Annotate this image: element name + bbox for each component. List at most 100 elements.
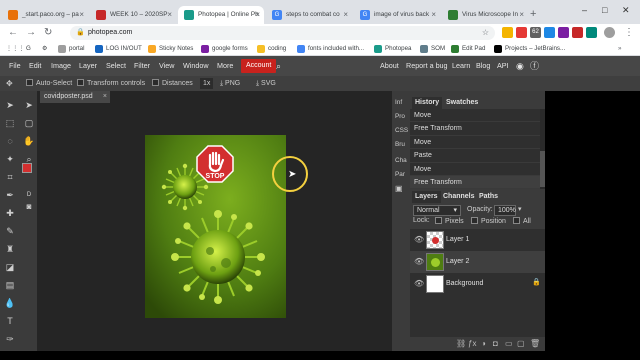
crop-tool-icon[interactable]: ⌗ xyxy=(4,171,16,183)
history-item[interactable]: Move xyxy=(410,163,540,176)
menu-view[interactable]: View xyxy=(159,56,174,76)
zoom-select[interactable]: 1x xyxy=(200,78,214,89)
back-icon[interactable]: ← xyxy=(8,27,18,39)
clone-stamp-icon[interactable]: ♜ xyxy=(4,243,16,255)
new-tab-button[interactable]: + xyxy=(530,8,536,20)
image-panel-icon[interactable]: ▣ xyxy=(392,183,410,195)
bookmark-google-forms[interactable]: google forms xyxy=(201,44,248,54)
menu-layer[interactable]: Layer xyxy=(79,56,97,76)
hand-tool-icon[interactable]: ✋ xyxy=(23,135,35,147)
quick-mask-icon[interactable]: ◙ xyxy=(23,201,35,213)
close-tab-icon[interactable]: × xyxy=(79,6,84,24)
new-layer-icon[interactable]: ▢ xyxy=(517,339,525,349)
move-tool-icon[interactable]: ➤ xyxy=(4,99,16,111)
lock-pixels-checkbox[interactable]: Pixels xyxy=(435,217,464,225)
bookmark-sticky-notes[interactable]: Sticky Notes xyxy=(148,44,193,54)
distances-checkbox[interactable]: Distances xyxy=(152,76,193,91)
close-tab-icon[interactable]: × xyxy=(255,6,260,24)
close-tab-icon[interactable]: × xyxy=(431,6,436,24)
more-bookmarks-icon[interactable]: » xyxy=(618,44,621,54)
reddit-icon[interactable]: ◉ xyxy=(516,56,524,76)
delete-layer-icon[interactable]: 🗑 xyxy=(530,339,540,349)
poster-canvas[interactable]: STOP xyxy=(145,135,286,318)
blur-tool-icon[interactable]: 💧 xyxy=(4,297,16,309)
link-layers-icon[interactable]: ⛓ xyxy=(456,339,466,349)
transform-controls-checkbox[interactable]: Transform controls xyxy=(77,76,145,91)
menu-learn[interactable]: Learn xyxy=(452,56,470,76)
magic-wand-icon[interactable]: ✦ xyxy=(4,153,16,165)
layer-mask-icon[interactable]: ◘ xyxy=(493,339,498,349)
maximize-button[interactable]: □ xyxy=(602,5,607,15)
lock-position-checkbox[interactable]: Position xyxy=(471,217,506,225)
browser-tab-week10[interactable]: WEEK 10 – 2020SP × xyxy=(90,6,176,24)
close-tab-icon[interactable]: × xyxy=(167,6,172,24)
history-item[interactable]: Move xyxy=(410,136,540,150)
bookmark-coding[interactable]: coding xyxy=(257,44,286,54)
panel-css-button[interactable]: CSS xyxy=(392,125,410,137)
new-group-icon[interactable]: ▭ xyxy=(505,339,513,349)
eraser-tool-icon[interactable]: ◪ xyxy=(4,261,16,273)
default-colors-icon[interactable]: D xyxy=(23,189,35,201)
layer-row[interactable]: 👁 Layer 2 xyxy=(410,251,545,273)
blend-mode-select[interactable]: Normal ▾ xyxy=(413,205,461,216)
extension-icon[interactable] xyxy=(572,27,583,38)
close-window-button[interactable]: ✕ xyxy=(622,5,630,16)
tab-history[interactable]: History xyxy=(412,97,443,109)
opacity-input[interactable]: 100% xyxy=(494,205,516,216)
tab-paths[interactable]: Paths xyxy=(476,191,501,203)
panel-character-button[interactable]: Cha xyxy=(392,155,410,167)
menu-report-bug[interactable]: Report a bug xyxy=(406,56,448,76)
lasso-tool-icon[interactable]: ◌ xyxy=(4,135,16,147)
bookmark-portal[interactable]: portal xyxy=(58,44,84,54)
export-png-button[interactable]: ⤓ PNG xyxy=(220,76,240,91)
bookmark-photopea[interactable]: Photopea xyxy=(374,44,412,54)
panel-paragraph-button[interactable]: Par xyxy=(392,169,410,181)
history-item[interactable]: Paste xyxy=(410,149,540,163)
brush-tool-icon[interactable]: ✎ xyxy=(4,225,16,237)
reload-icon[interactable]: ↻ xyxy=(44,27,52,39)
menu-edit[interactable]: Edit xyxy=(29,56,41,76)
bookmark-star-icon[interactable]: ☆ xyxy=(482,26,489,40)
panel-properties-button[interactable]: Pro xyxy=(392,111,410,123)
extension-icon[interactable] xyxy=(502,27,513,38)
tab-channels[interactable]: Channels xyxy=(440,191,478,203)
lock-all-checkbox[interactable]: All xyxy=(513,217,531,225)
tab-layers[interactable]: Layers xyxy=(412,191,441,203)
healing-brush-icon[interactable]: ✚ xyxy=(4,207,16,219)
menu-api[interactable]: API xyxy=(497,56,509,76)
bookmark-login[interactable]: LOG IN/OUT xyxy=(95,44,142,54)
browser-tab-paco[interactable]: _start.paco.org – pa × xyxy=(2,6,88,24)
facebook-icon[interactable]: ⓕ xyxy=(530,56,539,76)
panel-info-button[interactable]: Inf xyxy=(392,97,410,109)
chrome-menu-icon[interactable]: ⋮ xyxy=(624,27,634,39)
history-item[interactable]: Move xyxy=(410,109,540,123)
menu-window[interactable]: Window xyxy=(183,56,209,76)
bookmark-jetbrains[interactable]: Projects – JetBrains... xyxy=(494,44,565,54)
rounded-rect-icon[interactable]: ▢ xyxy=(23,117,35,129)
forward-icon[interactable]: → xyxy=(26,27,36,39)
bookmark-som[interactable]: SOM xyxy=(420,44,445,54)
close-tab-icon[interactable]: × xyxy=(343,6,348,24)
export-svg-button[interactable]: ⤓ SVG xyxy=(256,76,276,91)
type-tool-icon[interactable]: T xyxy=(4,315,16,327)
browser-tab-photopea[interactable]: Photopea | Online Ph × xyxy=(178,6,264,24)
visibility-eye-icon[interactable]: 👁 xyxy=(414,258,424,266)
visibility-eye-icon[interactable]: 👁 xyxy=(414,280,424,288)
extension-badge[interactable]: 62 xyxy=(530,27,541,38)
account-button[interactable]: Account xyxy=(241,59,277,73)
bookmark-fonts[interactable]: fonts included with... xyxy=(297,44,364,54)
auto-select-checkbox[interactable]: Auto-Select xyxy=(26,76,72,91)
extension-icon[interactable] xyxy=(544,27,555,38)
history-item[interactable]: Free Transform xyxy=(410,176,540,190)
select-tool-icon[interactable]: ➤ xyxy=(23,99,35,111)
opacity-dropdown-icon[interactable]: ▾ xyxy=(518,205,522,213)
close-document-icon[interactable]: × xyxy=(103,91,107,103)
search-icon[interactable]: ⌕ xyxy=(276,56,281,76)
eyedropper-icon[interactable]: ✒ xyxy=(4,189,16,201)
menu-image[interactable]: Image xyxy=(51,56,71,76)
close-tab-icon[interactable]: × xyxy=(519,6,524,24)
layer-effects-icon[interactable]: ƒx xyxy=(468,339,476,349)
visibility-eye-icon[interactable]: 👁 xyxy=(414,236,424,244)
menu-about[interactable]: About xyxy=(380,56,399,76)
history-item[interactable]: Free Transform xyxy=(410,122,540,136)
